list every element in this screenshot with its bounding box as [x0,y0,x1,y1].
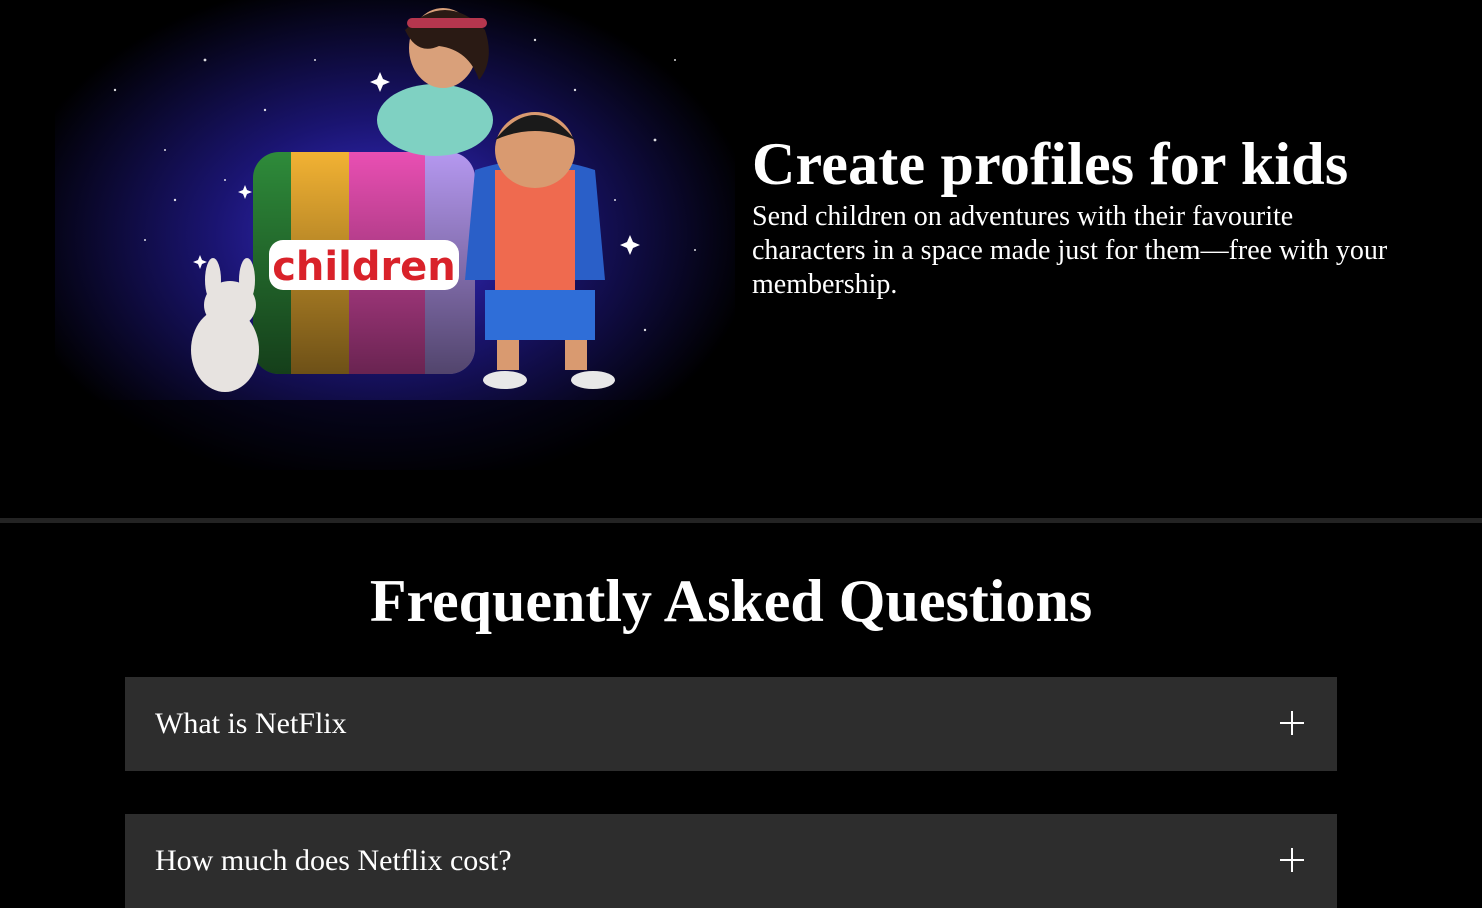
faq-section: Frequently Asked Questions What is NetFl… [0,523,1482,908]
kids-illustration: children [55,0,735,470]
plus-icon[interactable] [1280,848,1304,872]
faq-item-cost[interactable]: How much does Netflix cost? [125,814,1337,908]
kids-section-title: Create profiles for kids [752,131,1349,197]
children-tile-label: children [272,244,456,290]
faq-title: Frequently Asked Questions [369,568,1093,634]
plus-icon[interactable] [1280,711,1304,735]
faq-question: How much does Netflix cost? [155,844,512,877]
kids-profile-section: children Create profiles for kids Send c… [0,0,1482,518]
faq-question: What is NetFlix [155,707,347,740]
kids-section-description: Send children on adventures with their f… [752,201,1388,300]
faq-item-what-is-netflix[interactable]: What is NetFlix [125,677,1337,771]
kids-text-block: Create profiles for kids Send children o… [752,128,1412,302]
